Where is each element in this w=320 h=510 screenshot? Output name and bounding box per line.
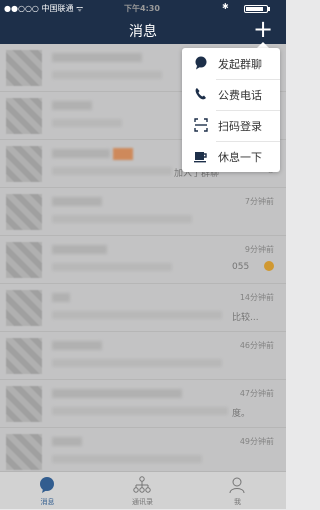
page-title: 消息: [129, 24, 157, 40]
nav-bar: 消息 +: [0, 16, 286, 44]
menu-item-scan-login[interactable]: 扫码登录: [182, 110, 280, 141]
battery-tip: [268, 7, 270, 11]
menu-item-label: 发起群聊: [218, 58, 262, 71]
menu-item-label: 休息一下: [218, 151, 262, 164]
chat-bubble-icon: [195, 56, 207, 70]
menu-item-label: 公费电话: [218, 89, 262, 102]
menu-item-free-call[interactable]: 公费电话: [182, 79, 280, 110]
battery-icon: [244, 5, 268, 13]
add-menu: 发起群聊 公费电话 扫码登录 休息一下: [182, 48, 280, 172]
coffee-cup-icon: [194, 152, 207, 163]
status-bar: ●●○○○ 中国联通 ᯤ 下午4:30 ✱: [0, 0, 286, 16]
scan-icon: [194, 118, 208, 132]
add-button[interactable]: +: [253, 16, 273, 42]
bluetooth-icon: ✱: [222, 2, 229, 11]
menu-item-label: 扫码登录: [218, 120, 262, 133]
menu-item-start-group-chat[interactable]: 发起群聊: [182, 48, 280, 79]
menu-item-take-a-break[interactable]: 休息一下: [182, 141, 280, 172]
carrier-label: ●●○○○ 中国联通 ᯤ: [4, 4, 84, 13]
phone-icon: [195, 88, 206, 100]
